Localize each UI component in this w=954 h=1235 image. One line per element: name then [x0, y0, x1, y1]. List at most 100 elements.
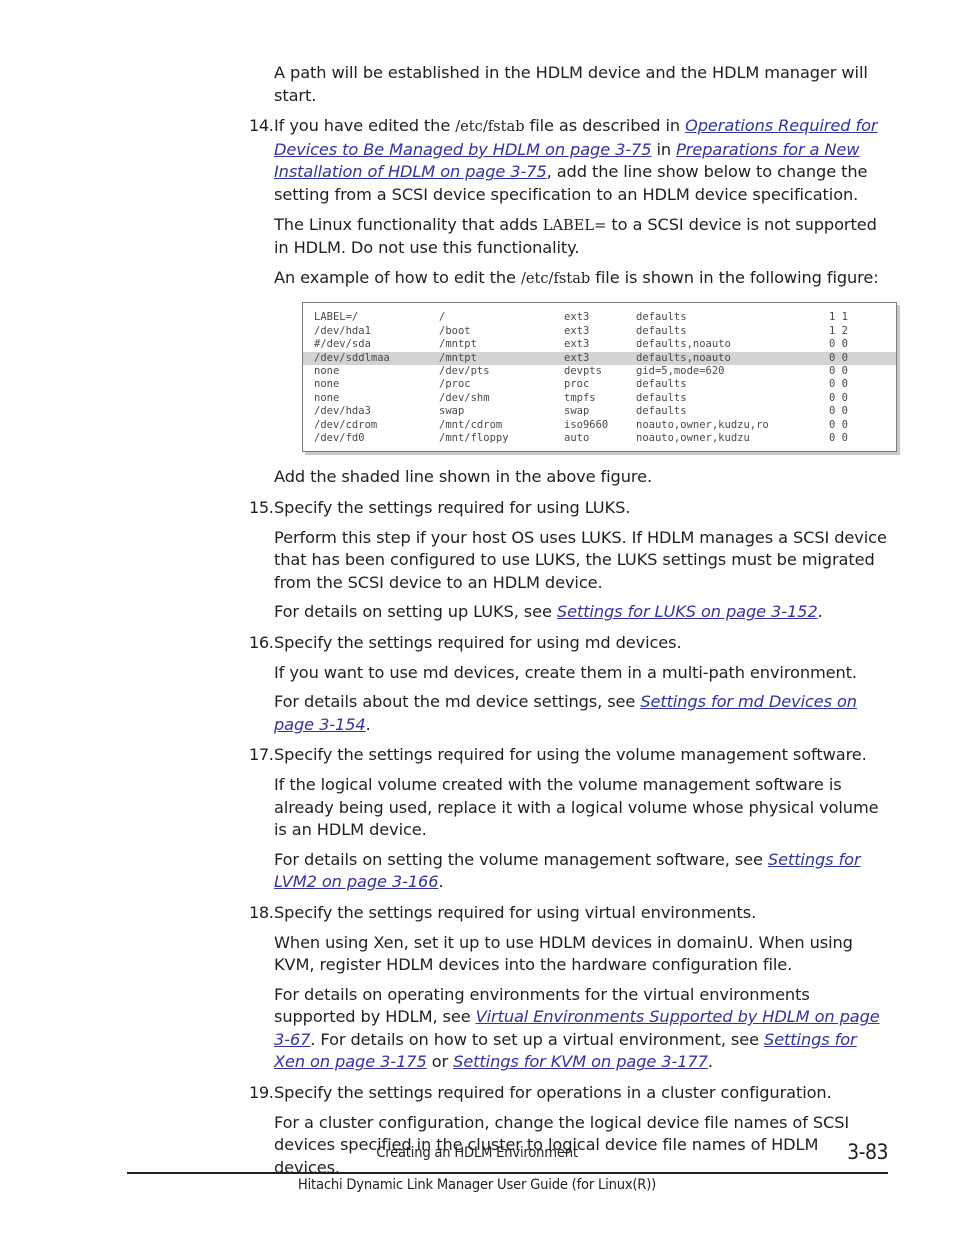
- step-18-reference: For details on operating environments fo…: [274, 984, 889, 1074]
- fstab-device-cell: none: [314, 378, 340, 391]
- fstab-device-cell: none: [314, 364, 340, 377]
- fstab-dump-pass-cell: 0 0: [829, 338, 848, 351]
- step-19-title: Specify the settings required for operat…: [274, 1083, 832, 1103]
- cross-reference-link[interactable]: Settings for LUKS on page 3-152: [557, 602, 818, 621]
- fstab-dump-pass-cell: 0 0: [829, 351, 848, 364]
- text-fragment: For details about the md device settings…: [274, 692, 641, 712]
- path-code: /etc/fstab: [455, 118, 525, 136]
- step-14-paragraph-2: The Linux functionality that adds LABEL=…: [274, 214, 889, 260]
- fstab-options-cell: gid=5,mode=620: [636, 364, 725, 377]
- text-fragment: For details on setting the volume manage…: [274, 849, 768, 869]
- text-fragment: .: [438, 872, 444, 892]
- fstab-figure-box: LABEL=/ / ext3 defaults 1 1/dev/hda1/boot ext…: [302, 302, 897, 453]
- fstab-options-cell: defaults: [636, 405, 687, 418]
- text-fragment: An example of how to edit the: [274, 267, 521, 287]
- fstab-mountpoint-cell: swap: [439, 405, 465, 418]
- step-number: 16.: [249, 632, 274, 652]
- fstab-row: /dev/hda1/boot ext3 defaults 1 2: [303, 325, 896, 338]
- fstab-fstype-cell: ext3: [564, 324, 590, 337]
- fstab-device-cell: /dev/sddlmaa: [314, 351, 390, 364]
- fstab-row: none/dev/pts devpts gid=5,mode=620 0 0: [303, 365, 896, 378]
- fstab-mountpoint-cell: /: [439, 311, 446, 324]
- text-fragment: .: [365, 714, 371, 734]
- step-body: If you have edited the /etc/fstab file a…: [274, 115, 897, 489]
- fstab-dump-pass-cell: 0 0: [829, 418, 848, 431]
- fstab-dump-pass-cell: 1 2: [829, 324, 848, 337]
- step-14-paragraph-3: An example of how to edit the /etc/fstab…: [274, 267, 889, 291]
- step-16-reference: For details about the md device settings…: [274, 691, 889, 736]
- step-number: 17.: [249, 745, 274, 765]
- fstab-dump-pass-cell: 1 1: [829, 311, 848, 324]
- fstab-options-cell: defaults: [636, 311, 687, 324]
- fstab-device-cell: /dev/hda3: [314, 405, 371, 418]
- list-item-step-17: 17. Specify the settings required for us…: [249, 744, 889, 894]
- page-footer: Creating an HDLM Environment 3-83 Hitach…: [0, 1140, 954, 1214]
- fstab-dump-pass-cell: 0 0: [829, 432, 848, 444]
- fstab-mountpoint-cell: /proc: [439, 378, 471, 391]
- fstab-fstype-cell: iso9660: [564, 418, 609, 431]
- fstab-dump-pass-cell: 0 0: [829, 378, 848, 391]
- fstab-options-cell: noauto,owner,kudzu: [636, 432, 750, 444]
- path-code: /etc/fstab: [520, 269, 591, 287]
- fstab-options-cell: defaults,noauto: [636, 351, 731, 364]
- fstab-device-cell: LABEL=/: [314, 311, 359, 324]
- step-number: 15.: [249, 498, 274, 517]
- text-fragment: file is shown in the following figure:: [590, 267, 879, 287]
- fstab-fstype-cell: devpts: [564, 364, 602, 377]
- footer-divider: [127, 1172, 888, 1174]
- text-fragment: The Linux functionality that adds: [274, 214, 543, 234]
- fstab-options-cell: defaults,noauto: [636, 338, 731, 351]
- fstab-fstype-cell: ext3: [564, 351, 590, 364]
- text-fragment: .: [817, 602, 823, 622]
- step-18-title: Specify the settings required for using …: [274, 902, 757, 922]
- fstab-options-cell: defaults: [636, 324, 687, 337]
- step-15-title: Specify the settings required for using …: [274, 498, 631, 517]
- list-item-step-14: 14. If you have edited the /etc/fstab fi…: [249, 115, 897, 489]
- step-16-title: Specify the settings required for using …: [274, 632, 682, 652]
- step-body: Specify the settings required for using …: [274, 632, 889, 736]
- fstab-row: #/dev/sda/mntpt ext3 defaults,noauto 0 0: [303, 338, 896, 351]
- fstab-row-highlighted: /dev/sddlmaa/mntpt ext3 defaults,noauto 0 0: [303, 351, 896, 365]
- fstab-fstype-cell: auto: [564, 432, 590, 444]
- page-content: A path will be established in the HDLM d…: [249, 62, 897, 1179]
- fstab-options-cell: noauto,owner,kudzu,ro: [636, 418, 769, 431]
- list-item-step-18: 18. Specify the settings required for us…: [249, 902, 889, 1074]
- fstab-figure: LABEL=/ / ext3 defaults 1 1/dev/hda1/boot ext…: [302, 302, 897, 453]
- fstab-device-cell: /dev/fd0: [314, 432, 365, 444]
- step-15-reference: For details on setting up LUKS, see Sett…: [274, 601, 889, 624]
- footer-top-row: Creating an HDLM Environment 3-83: [0, 1140, 954, 1168]
- step-number: 19.: [249, 1083, 274, 1103]
- step-18-body: When using Xen, set it up to use HDLM de…: [274, 932, 853, 975]
- text-fragment: . For details on how to set up a virtual…: [310, 1029, 765, 1049]
- fstab-mountpoint-cell: /mntpt: [439, 338, 477, 351]
- fstab-mountpoint-cell: /mnt/floppy: [439, 432, 509, 444]
- text-fragment: .: [707, 1052, 713, 1072]
- fstab-fstype-cell: proc: [564, 378, 590, 391]
- shaded-line-note: Add the shaded line shown in the above f…: [274, 467, 652, 487]
- list-item-step-16: 16. Specify the settings required for us…: [249, 632, 889, 736]
- fstab-row: /dev/cdrom/mnt/cdrom iso9660 noauto,owner,…: [303, 419, 896, 432]
- fstab-mountpoint-cell: /dev/shm: [439, 391, 490, 404]
- document-page: A path will be established in the HDLM d…: [0, 0, 954, 1235]
- step-17-reference: For details on setting the volume manage…: [274, 849, 889, 894]
- fstab-fstype-cell: ext3: [564, 338, 590, 351]
- fstab-dump-pass-cell: 0 0: [829, 405, 848, 418]
- fstab-mountpoint-cell: /mntpt: [439, 351, 477, 364]
- step-body: Specify the settings required for using …: [274, 744, 889, 894]
- step-17-body: If the logical volume created with the v…: [274, 774, 879, 840]
- footer-page-number: 3-83: [847, 1140, 888, 1164]
- fstab-dump-pass-cell: 0 0: [829, 364, 848, 377]
- list-item-step-15: 15. Specify the settings required for us…: [249, 497, 889, 624]
- text-fragment: file as described in: [524, 116, 686, 136]
- fstab-row: LABEL=/ / ext3 defaults 1 1: [303, 311, 896, 324]
- text-fragment: For details on setting up LUKS, see: [274, 602, 557, 622]
- cross-reference-link[interactable]: Settings for KVM on page 3-177: [453, 1052, 708, 1071]
- text-fragment: in: [651, 139, 677, 159]
- fstab-mountpoint-cell: /dev/pts: [439, 364, 490, 377]
- fstab-fstype-cell: ext3: [564, 311, 590, 324]
- step-17-title: Specify the settings required for using …: [274, 745, 867, 765]
- fstab-row: /dev/hda3 swap swap defaults 0 0: [303, 405, 896, 418]
- step-15-body: Perform this step if your host OS uses L…: [274, 527, 887, 592]
- label-code: LABEL=: [542, 216, 607, 234]
- fstab-device-cell: /dev/hda1: [314, 324, 371, 337]
